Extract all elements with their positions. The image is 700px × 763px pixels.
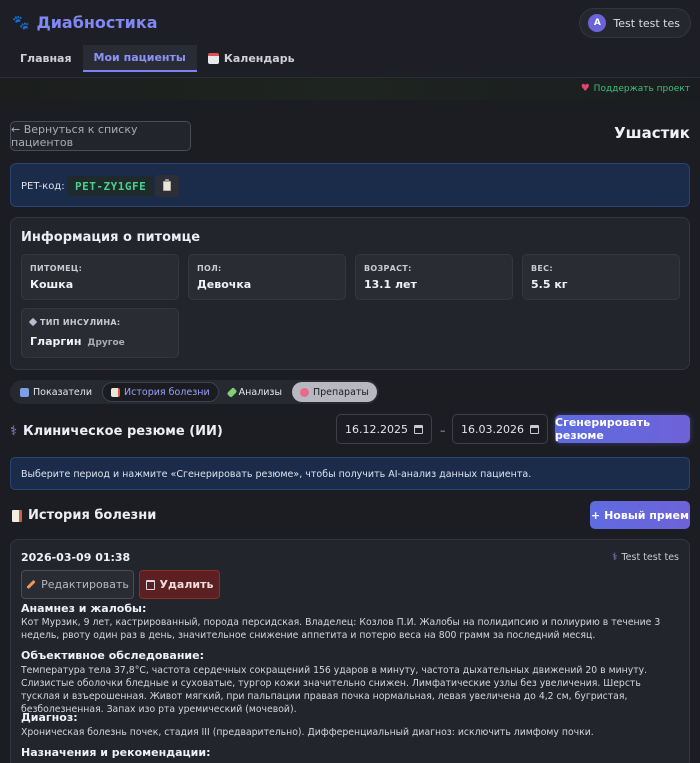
date-from-input[interactable]: 16.12.2025	[336, 414, 432, 444]
clipboard-icon	[163, 179, 171, 191]
section-title: История болезни	[28, 508, 157, 523]
field-value: 5.5 кг	[531, 278, 568, 291]
field-label: ПИТОМЕЦ:	[30, 264, 83, 273]
brand[interactable]: 🐾 Диабностика	[12, 13, 158, 32]
field-value: Гларгин Другое	[30, 335, 125, 348]
date-separator: –	[440, 424, 446, 437]
delete-entry-button[interactable]: Удалить	[139, 570, 220, 599]
main-nav: Главная Мои пациенты Календарь	[9, 45, 306, 72]
anamnesis-heading: Анамнез и жалобы:	[21, 602, 147, 615]
tab-medications[interactable]: Препараты	[292, 382, 377, 402]
nav-item-calendar[interactable]: Календарь	[197, 45, 306, 72]
field-weight: ВЕС: 5.5 кг	[522, 254, 680, 300]
paw-icon: 🐾	[12, 14, 30, 31]
history-title: История болезни	[12, 508, 156, 523]
copy-code-button[interactable]	[155, 175, 179, 197]
support-bar: ♥ Поддержать проект	[0, 78, 700, 100]
tab-analyses[interactable]: Анализы	[221, 382, 290, 402]
clinical-summary-header: ⚕ Клиническое резюме (ИИ) 16.12.2025 – 1…	[10, 414, 690, 446]
insulin-label: ТИП ИНСУЛИНА:	[40, 318, 121, 327]
calendar-icon[interactable]	[414, 424, 423, 434]
pill-icon	[300, 387, 309, 397]
stethoscope-icon: ⚕	[10, 424, 18, 439]
generate-summary-button[interactable]: Сгенерировать резюме	[555, 415, 690, 443]
edit-entry-button[interactable]: Редактировать	[21, 570, 134, 599]
field-label: ПОЛ:	[197, 264, 222, 273]
back-to-patients-button[interactable]: ← Вернуться к списку пациентов	[10, 121, 191, 151]
date-value: 16.12.2025	[345, 422, 408, 436]
patient-tabs: Показатели История болезни Анализы Препа…	[10, 380, 379, 404]
nav-label: Календарь	[223, 52, 295, 65]
pet-info-card: Информация о питомце ПИТОМЕЦ: Кошка ПОЛ:…	[10, 217, 690, 370]
author-name: Test test tes	[621, 552, 679, 563]
pet-code-label: PET-код:	[21, 181, 65, 192]
tab-history[interactable]: История болезни	[102, 382, 219, 402]
clinical-summary-title: ⚕ Клиническое резюме (ИИ)	[10, 424, 223, 439]
pencil-icon	[26, 579, 36, 590]
ai-hint-banner: Выберите период и нажмите «Сгенерировать…	[10, 457, 690, 490]
insulin-sub: Другое	[87, 338, 125, 348]
date-value: 16.03.2026	[461, 422, 524, 436]
field-sex: ПОЛ: Девочка	[188, 254, 346, 300]
avatar: A	[588, 14, 607, 32]
support-label: Поддержать проект	[593, 83, 690, 94]
field-value: 13.1 лет	[364, 278, 417, 291]
field-label: ТИП ИНСУЛИНА:	[28, 317, 121, 327]
button-label: Удалить	[159, 578, 214, 591]
user-menu[interactable]: A Test test tes	[579, 8, 691, 38]
app-header: 🐾 Диабностика A Test test tes Главная Мо…	[0, 0, 700, 78]
memo-icon	[12, 509, 22, 522]
support-link[interactable]: ♥ Поддержать проект	[581, 83, 690, 94]
field-insulin-type: ТИП ИНСУЛИНА: Гларгин Другое	[21, 308, 179, 358]
stethoscope-icon: ⚕	[612, 552, 618, 563]
calendar-icon	[207, 53, 219, 64]
field-species: ПИТОМЕЦ: Кошка	[21, 254, 179, 300]
tab-label: Анализы	[238, 386, 282, 398]
treatment-heading: Назначения и рекомендации:	[21, 746, 211, 759]
calendar-icon[interactable]	[530, 424, 539, 434]
nav-label: Главная	[20, 52, 72, 65]
anamnesis-text: Кот Мурзик, 9 лет, кастрированный, пород…	[21, 617, 661, 641]
entry-author: ⚕ Test test tes	[612, 552, 679, 563]
user-name: Test test tes	[613, 16, 680, 30]
entry-datetime: 2026-03-09 01:38	[21, 551, 131, 564]
button-label: Редактировать	[41, 578, 129, 591]
app-title: Диабностика	[36, 13, 158, 32]
tab-label: История болезни	[124, 386, 210, 398]
heart-icon: ♥	[580, 83, 590, 94]
tab-indicators[interactable]: Показатели	[12, 382, 100, 402]
history-header: История болезни + Новый прием	[10, 501, 690, 530]
memo-icon	[111, 387, 121, 397]
nav-item-my-patients[interactable]: Мои пациенты	[82, 45, 197, 72]
tab-label: Показатели	[33, 386, 93, 398]
insulin-value: Гларгин	[30, 335, 82, 348]
date-to-input[interactable]: 16.03.2026	[452, 414, 548, 444]
nav-item-home[interactable]: Главная	[9, 45, 83, 72]
diagnosis-heading: Диагноз:	[21, 711, 78, 724]
nav-label: Мои пациенты	[93, 51, 186, 64]
section-title: Клиническое резюме (ИИ)	[23, 424, 223, 439]
field-value: Девочка	[197, 278, 252, 291]
new-visit-button[interactable]: + Новый прием	[590, 501, 690, 529]
diagnosis-text: Хроническая болезнь почек, стадия III (п…	[21, 727, 594, 738]
page-title: Ушастик	[614, 124, 690, 142]
exam-heading: Объективное обследование:	[21, 649, 204, 662]
test-tube-icon	[226, 386, 237, 398]
pet-code-value: PET-ZY1GFE	[67, 176, 155, 196]
tab-label: Препараты	[313, 386, 369, 398]
exam-text: Температура тела 37,8°С, частота сердечн…	[21, 665, 648, 715]
trash-icon	[145, 579, 155, 590]
history-entry: 2026-03-09 01:38 ⚕ Test test tes Редакти…	[10, 539, 690, 763]
bar-chart-icon	[20, 387, 29, 397]
pet-info-title: Информация о питомце	[21, 230, 201, 245]
pet-code-panel: PET-код: PET-ZY1GFE	[10, 163, 690, 207]
field-value: Кошка	[30, 278, 74, 291]
syringe-icon	[28, 317, 38, 327]
field-label: ВЕС:	[531, 264, 553, 273]
field-age: ВОЗРАСТ: 13.1 лет	[355, 254, 513, 300]
field-label: ВОЗРАСТ:	[364, 264, 412, 273]
